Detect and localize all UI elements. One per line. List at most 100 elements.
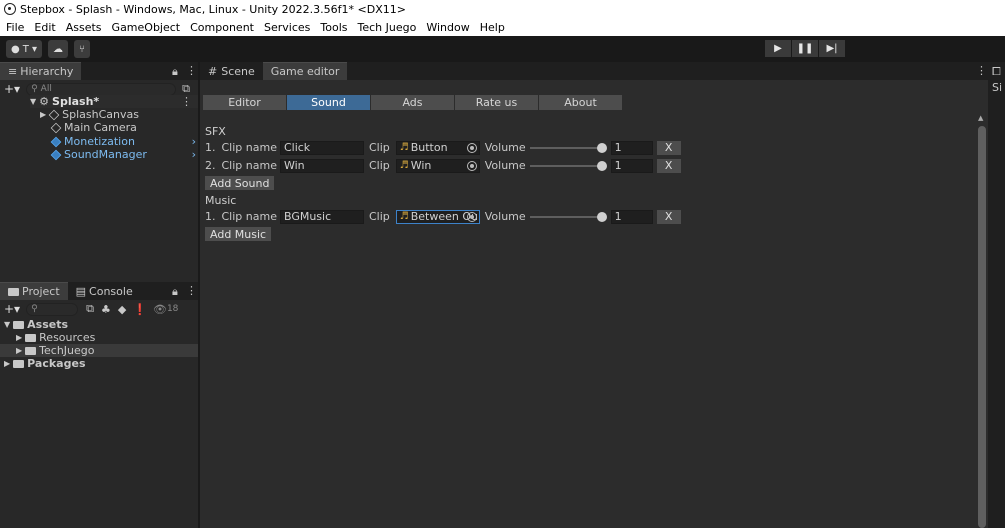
warning-icon[interactable]: ❗: [133, 303, 147, 316]
tab-editor[interactable]: Editor: [203, 95, 286, 110]
tab-about[interactable]: About: [539, 95, 622, 110]
branch-icon: ⑂: [79, 43, 86, 55]
vertical-scrollbar[interactable]: ▲: [976, 114, 988, 528]
menu-services[interactable]: Services: [264, 21, 310, 34]
remove-sound-button[interactable]: X: [656, 140, 681, 155]
more-icon[interactable]: ⋮: [976, 64, 987, 77]
project-search-row: +▾ ⚲ ⧉ ♣ ◆ ❗ 👁︎ 18: [0, 300, 198, 318]
more-icon[interactable]: ⋮: [186, 284, 197, 297]
tree-item-monetization[interactable]: Monetization ›: [50, 135, 198, 148]
volume-slider[interactable]: [529, 160, 607, 172]
scroll-up-icon[interactable]: ▲: [978, 114, 983, 122]
tab-game-editor[interactable]: Game editor: [262, 62, 348, 80]
audio-clip-field[interactable]: ♬ Button: [395, 140, 480, 155]
menu-component[interactable]: Component: [190, 21, 254, 34]
version-control-button[interactable]: ⑂: [74, 40, 91, 58]
menu-edit[interactable]: Edit: [34, 21, 55, 34]
lock-icon[interactable]: 🔒︎: [172, 285, 178, 299]
cloud-button[interactable]: ☁: [48, 40, 69, 58]
inspector-panel-edge: ⧠ Si: [988, 62, 1005, 528]
add-sound-button[interactable]: Add Sound: [205, 176, 275, 190]
scene-more-icon[interactable]: ⋮: [181, 95, 192, 108]
remove-sound-button[interactable]: X: [656, 158, 681, 173]
audio-clip-icon: ♬: [399, 142, 409, 153]
object-picker-icon[interactable]: [466, 142, 477, 153]
audio-clip-field[interactable]: ♬ Win: [395, 158, 480, 173]
folder-icon: [25, 346, 37, 355]
volume-input[interactable]: 1: [610, 158, 653, 173]
eye-icon[interactable]: 👁︎: [153, 303, 167, 316]
clip-name-input[interactable]: BGMusic: [279, 209, 364, 224]
folder-techjuego[interactable]: ▶ TechJuego: [0, 344, 198, 357]
scrollbar-thumb[interactable]: [978, 126, 986, 528]
slider-knob[interactable]: [596, 160, 607, 171]
volume-input[interactable]: 1: [610, 140, 653, 155]
collapse-arrow-icon: ▶: [16, 346, 23, 355]
scene-root[interactable]: ▼ ⚙ Splash* ⋮: [30, 95, 198, 108]
tab-console[interactable]: ▤ Console: [68, 282, 141, 300]
music-row: 1. Clip name BGMusic Clip ♬ Between Ou V…: [205, 209, 681, 224]
hierarchy-search-input[interactable]: ⚲ All: [26, 82, 177, 96]
grid-icon: #: [208, 64, 218, 78]
tab-sound[interactable]: Sound: [287, 95, 370, 110]
volume-slider[interactable]: [529, 211, 607, 223]
volume-input[interactable]: 1: [610, 209, 653, 224]
gameobject-icon: [50, 122, 62, 133]
menu-gameobject[interactable]: GameObject: [112, 21, 181, 34]
object-picker-icon[interactable]: [466, 211, 477, 222]
tree-item-soundmanager[interactable]: SoundManager ›: [50, 148, 198, 161]
menu-tech-juego[interactable]: Tech Juego: [358, 21, 417, 34]
sfx-label: SFX: [205, 125, 226, 138]
menu-assets[interactable]: Assets: [66, 21, 102, 34]
add-icon[interactable]: +▾: [4, 82, 20, 96]
filter-label-icon[interactable]: ♣: [101, 303, 111, 316]
tag-icon[interactable]: ◆: [118, 303, 126, 316]
panel-icon[interactable]: ⧠: [992, 65, 1001, 79]
prefab-icon: [50, 136, 62, 147]
account-button[interactable]: ● T ▾: [6, 40, 43, 58]
menu-tools[interactable]: Tools: [320, 21, 347, 34]
volume-slider[interactable]: [529, 142, 607, 154]
project-search-input[interactable]: ⚲: [26, 302, 79, 316]
slider-knob[interactable]: [596, 142, 607, 153]
remove-music-button[interactable]: X: [656, 209, 681, 224]
tree-item-main-camera[interactable]: Main Camera: [50, 121, 137, 134]
hidden-count: 18: [166, 304, 179, 314]
clip-name-input[interactable]: Click: [279, 140, 364, 155]
more-icon[interactable]: ⋮: [186, 64, 197, 77]
folder-icon: [25, 333, 37, 342]
lock-icon[interactable]: 🔒︎: [172, 65, 178, 79]
tab-ads[interactable]: Ads: [371, 95, 454, 110]
window-title: Stepbox - Splash - Windows, Mac, Linux -…: [20, 2, 406, 16]
pause-button[interactable]: ❚❚: [792, 40, 818, 57]
step-button[interactable]: ▶|: [819, 40, 845, 57]
tab-hierarchy[interactable]: ≡ Hierarchy: [0, 62, 82, 80]
assets-folder[interactable]: ▼ Assets: [4, 318, 68, 331]
play-controls: ▶ ❚❚ ▶|: [765, 40, 846, 57]
menu-help[interactable]: Help: [480, 21, 505, 34]
clip-name-input[interactable]: Win: [279, 158, 364, 173]
menu-window[interactable]: Window: [426, 21, 469, 34]
object-picker-icon[interactable]: [466, 160, 477, 171]
tab-scene[interactable]: # Scene: [200, 62, 263, 80]
slider-track: [529, 164, 601, 167]
menu-file[interactable]: File: [6, 21, 24, 34]
scene-picker-icon[interactable]: ⧉: [182, 82, 190, 96]
tree-item-splashcanvas[interactable]: ▶ SplashCanvas: [40, 108, 139, 121]
folder-icon: [8, 287, 19, 296]
chevron-right-icon: ›: [191, 148, 196, 161]
tab-rate-us[interactable]: Rate us: [455, 95, 538, 110]
add-icon[interactable]: +▾: [4, 302, 20, 316]
filter-type-icon[interactable]: ⧉: [86, 302, 94, 316]
folder-resources[interactable]: ▶ Resources: [16, 331, 95, 344]
slider-knob[interactable]: [596, 211, 607, 222]
project-panel: Project ▤ Console 🔒︎ ⋮ +▾ ⚲ ⧉ ♣ ◆ ❗ 👁︎ 1…: [0, 282, 198, 528]
play-button[interactable]: ▶: [765, 40, 791, 57]
add-music-button[interactable]: Add Music: [205, 227, 272, 241]
packages-folder[interactable]: ▶ Packages: [4, 357, 86, 370]
tab-project[interactable]: Project: [0, 282, 68, 300]
main-toolbar: ● T ▾ ☁ ⑂ ▶ ❚❚ ▶|: [0, 36, 1005, 62]
project-tabbar: Project ▤ Console 🔒︎ ⋮: [0, 282, 198, 300]
main-tabbar: # Scene Game editor ⋮: [200, 62, 988, 80]
audio-clip-field[interactable]: ♬ Between Ou: [395, 209, 480, 224]
